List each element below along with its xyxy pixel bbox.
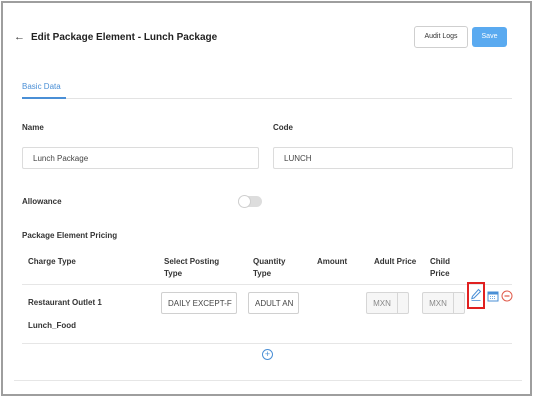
pricing-section-title: Package Element Pricing (22, 231, 118, 240)
table-row-divider (22, 343, 512, 344)
bottom-divider (14, 380, 522, 381)
name-input[interactable]: Lunch Package (22, 147, 259, 169)
page-header: ← Edit Package Element - Lunch Package (14, 31, 217, 43)
name-label: Name (22, 123, 44, 132)
adult-currency: MXN (367, 293, 398, 313)
column-charge-type: Charge Type (28, 257, 76, 266)
allowance-label: Allowance (22, 197, 62, 206)
calendar-icon[interactable] (487, 290, 499, 302)
code-label: Code (273, 123, 293, 132)
save-button[interactable]: Save (472, 27, 507, 47)
add-circle-icon[interactable]: + (262, 349, 273, 360)
column-posting-type-line1: Select Posting (164, 257, 220, 266)
column-child-price: Child Price (430, 256, 450, 280)
tab-divider (22, 98, 512, 99)
page-frame (1, 1, 532, 396)
column-posting-type-line2: Type (164, 269, 183, 278)
charge-type-subvalue: Lunch_Food (28, 321, 76, 330)
tab-basic-data[interactable]: Basic Data (22, 82, 61, 91)
code-input[interactable]: LUNCH (273, 147, 513, 169)
active-tab-indicator (22, 97, 66, 99)
remove-circle-icon[interactable] (501, 290, 513, 302)
allowance-toggle-knob (238, 195, 251, 208)
page-title: Edit Package Element - Lunch Package (31, 32, 218, 43)
child-currency: MXN (423, 293, 454, 313)
column-posting-type: Select Posting Type (164, 256, 219, 280)
column-adult-price: Adult Price (374, 257, 417, 266)
column-quantity-type: Quantity Type (253, 256, 285, 280)
column-quantity-type-line2: Type (253, 269, 272, 278)
posting-type-select[interactable]: DAILY EXCEPT-F (161, 292, 237, 314)
column-child-price-line2: Price (430, 269, 450, 278)
charge-type-value: Restaurant Outlet 1 (28, 298, 102, 307)
audit-logs-button[interactable]: Audit Logs (414, 26, 468, 48)
edit-pencil-icon[interactable] (470, 288, 482, 302)
column-child-price-line1: Child (430, 257, 450, 266)
quantity-type-select[interactable]: ADULT AN (248, 292, 299, 314)
table-header-divider (22, 284, 512, 285)
adult-price-input[interactable]: MXN (366, 292, 409, 314)
arrow-left-icon[interactable]: ← (14, 31, 25, 43)
column-amount: Amount (317, 257, 348, 266)
column-quantity-type-line1: Quantity (253, 257, 286, 266)
child-price-input[interactable]: MXN (422, 292, 465, 314)
